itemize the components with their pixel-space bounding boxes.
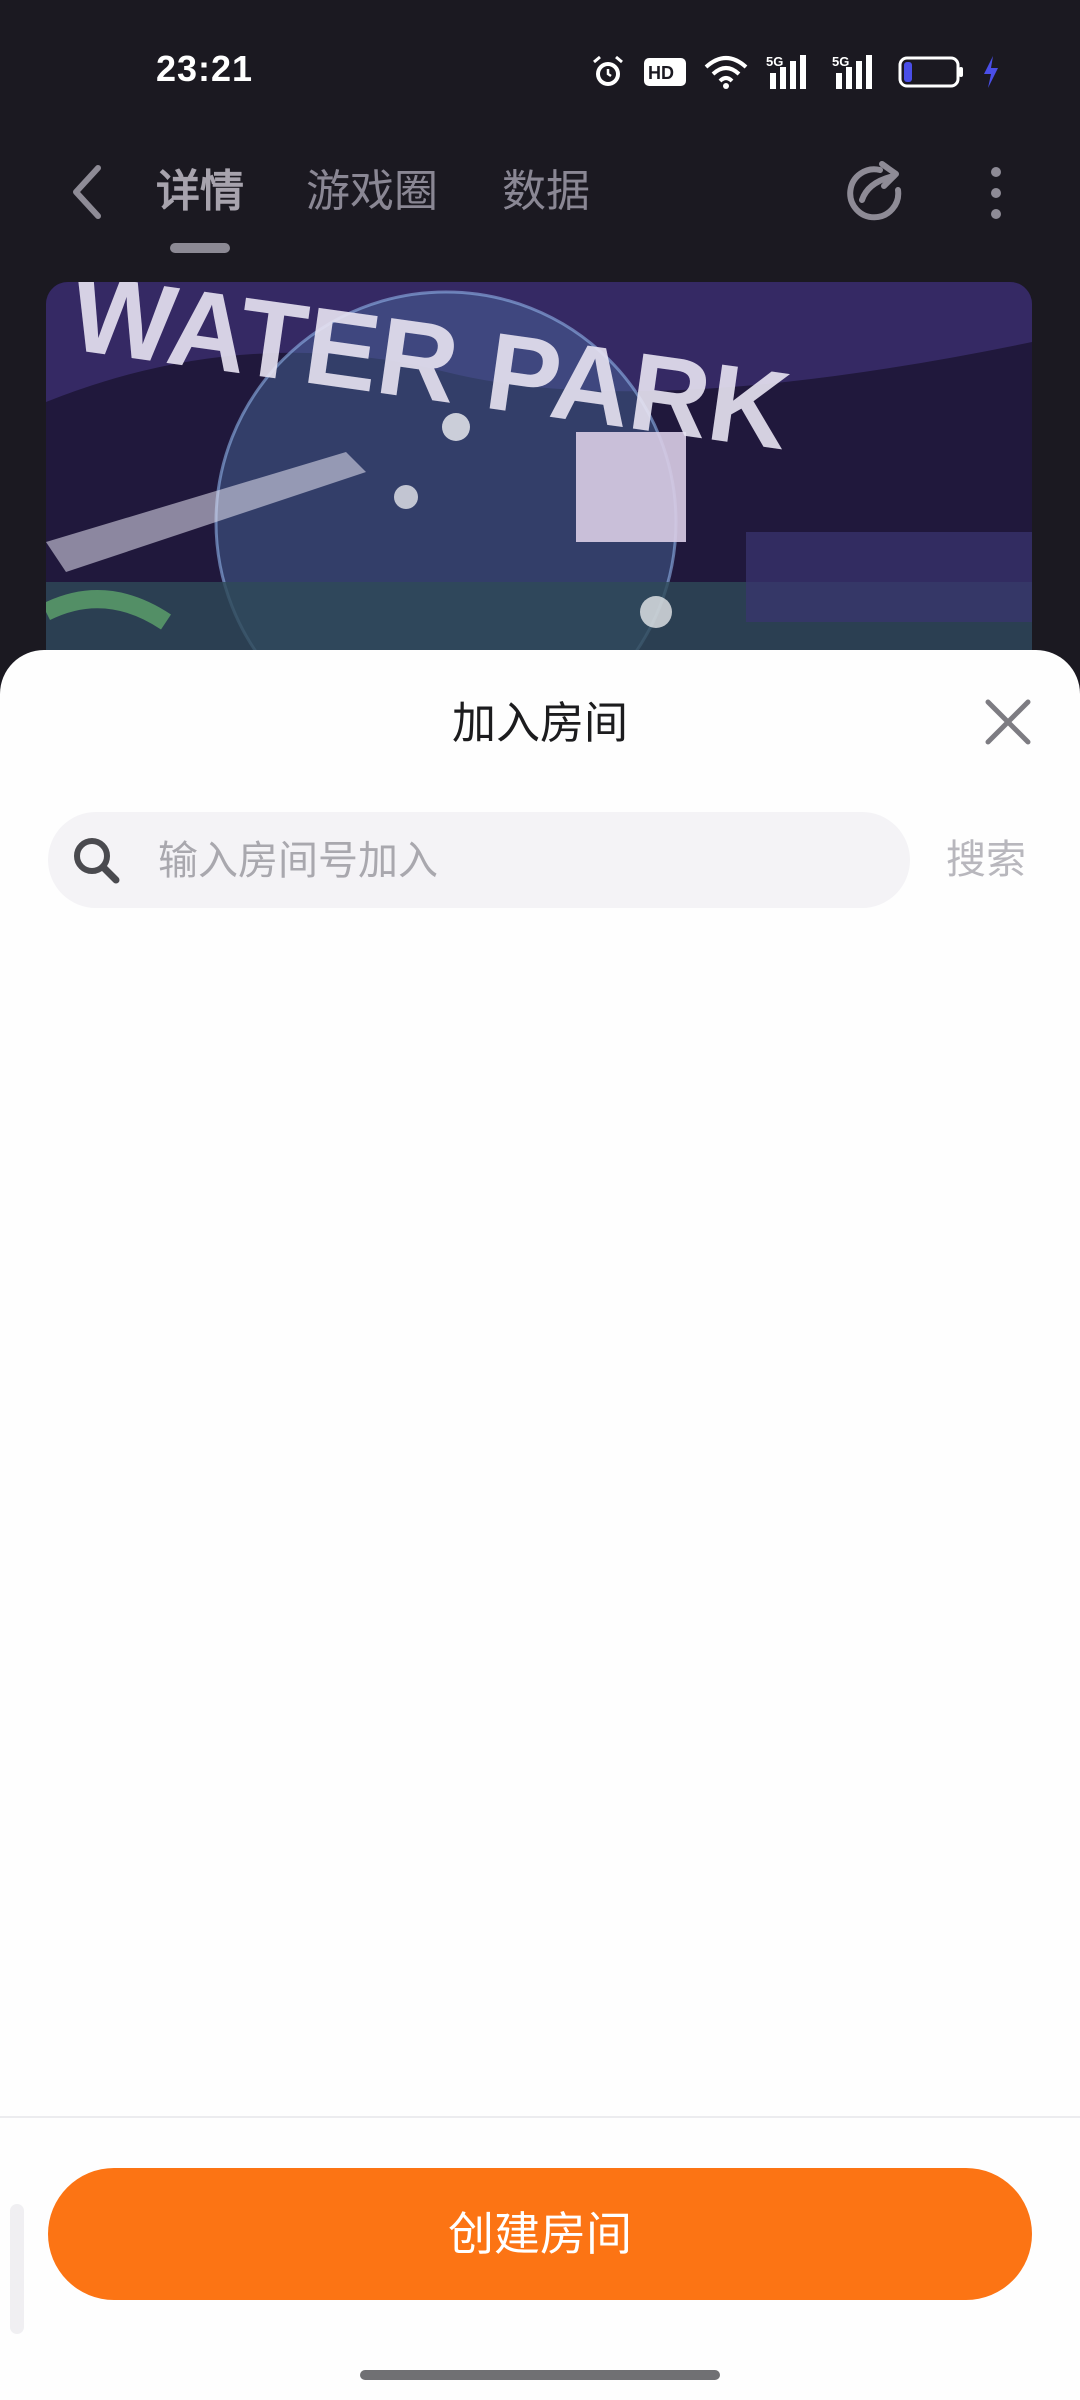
charging-icon	[984, 56, 998, 88]
tab-details[interactable]: 详情	[156, 162, 244, 222]
wifi-icon	[704, 56, 748, 89]
game-banner-image[interactable]: WATER PARK	[46, 282, 1032, 682]
network-label-1: 5G	[766, 54, 783, 69]
banner-artwork: WATER PARK	[46, 282, 1032, 682]
create-room-button[interactable]: 创建房间	[48, 2168, 1032, 2300]
tab-game-circle[interactable]: 游戏圈	[306, 162, 438, 222]
status-icons: HD 5G 5G	[590, 50, 1000, 94]
home-indicator[interactable]	[360, 2370, 720, 2380]
search-box[interactable]	[48, 812, 910, 910]
status-bar: 23:21 HD 5G 5G	[0, 0, 1080, 140]
network-label-2: 5G	[832, 54, 849, 69]
signal-5g-icon: 5G	[832, 54, 872, 89]
search-icon	[74, 838, 120, 884]
hd-icon: HD	[644, 58, 686, 86]
top-nav: 详情 游戏圈 数据	[0, 140, 1080, 270]
signal-5g-icon: 5G	[766, 54, 806, 89]
back-icon[interactable]	[62, 162, 114, 222]
more-icon[interactable]	[978, 160, 1014, 226]
scroll-indicator	[10, 2204, 24, 2334]
search-button[interactable]: 搜索	[946, 830, 1026, 890]
status-time: 23:21	[156, 48, 254, 89]
sheet-title: 加入房间	[452, 698, 628, 749]
join-room-sheet: 加入房间 搜索 创建房间	[0, 650, 1080, 2400]
tab-indicator	[170, 243, 230, 253]
alarm-icon	[593, 55, 623, 86]
close-icon[interactable]	[982, 696, 1034, 748]
tab-data[interactable]: 数据	[502, 162, 590, 222]
share-icon[interactable]	[842, 160, 908, 226]
hd-label: HD	[648, 63, 674, 83]
divider	[0, 2116, 1080, 2118]
room-number-input[interactable]	[156, 812, 880, 910]
battery-icon	[898, 56, 963, 88]
